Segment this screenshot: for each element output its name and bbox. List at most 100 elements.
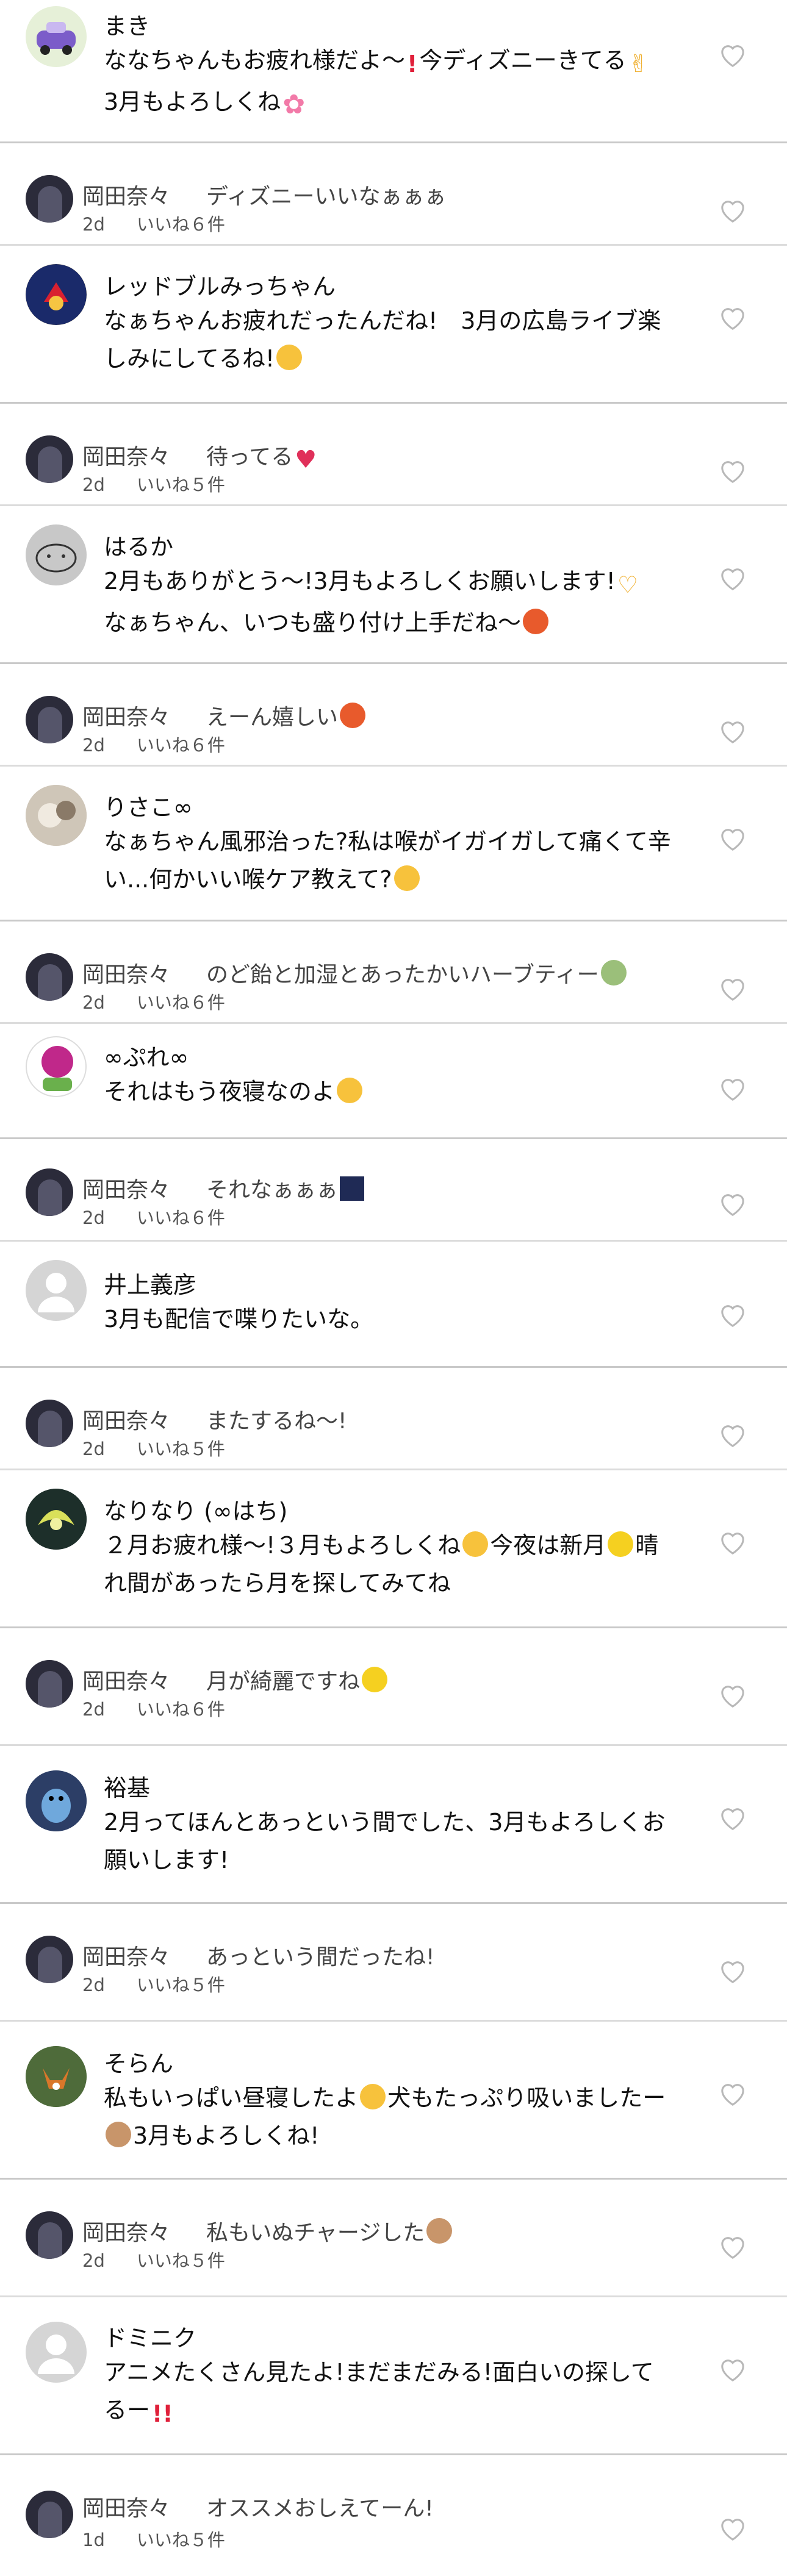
- heart-outline-icon[interactable]: [719, 976, 747, 1002]
- reply-text: あっという間だったね!: [206, 1945, 435, 1970]
- heart-outline-icon[interactable]: [719, 1530, 747, 1556]
- heart-outline-icon[interactable]: [719, 2234, 747, 2260]
- victory-hand-emoji-icon: ✌: [628, 50, 649, 78]
- drawing-avatar[interactable]: [26, 524, 87, 585]
- photo-avatar[interactable]: [26, 785, 87, 846]
- commenter-name[interactable]: ドミニク: [104, 2319, 196, 2353]
- reply-author-name[interactable]: 岡田奈々: [82, 699, 170, 731]
- reply-author-avatar[interactable]: [26, 175, 73, 223]
- red-exclamation-emoji-icon: !: [407, 51, 418, 77]
- commenter-name[interactable]: りさこ∞: [104, 789, 193, 822]
- reply-author-avatar[interactable]: [26, 2211, 73, 2259]
- reply-author-avatar[interactable]: [26, 2491, 73, 2538]
- penguin-avatar[interactable]: [26, 1770, 87, 1831]
- comment-block: 裕基 2月ってほんとあっという間でした、3月もよろしくお 願いします!: [0, 1744, 787, 1904]
- reply-block: 岡田奈々 えーん嬉しい 2d いいね６件: [0, 664, 787, 765]
- reply-age: 1d: [82, 2530, 105, 2550]
- heart-outline-icon[interactable]: [719, 1076, 747, 1102]
- reply-author-name[interactable]: 岡田奈々: [82, 1939, 170, 1971]
- person-silhouette-icon: [38, 2334, 74, 2374]
- reply-author-name[interactable]: 岡田奈々: [82, 1172, 170, 1204]
- commenter-name[interactable]: 裕基: [104, 1769, 150, 1803]
- heart-outline-icon[interactable]: [719, 2081, 747, 2107]
- reply-author-name[interactable]: 岡田奈々: [82, 179, 170, 210]
- reply-age: 2d: [82, 474, 105, 495]
- fox-avatar[interactable]: [26, 2046, 87, 2107]
- commenter-name[interactable]: なりなり (∞はち): [104, 1492, 287, 1526]
- heart-outline-icon[interactable]: [719, 1192, 747, 1217]
- heart-outline-icon[interactable]: [719, 306, 747, 331]
- reply-block: 岡田奈々 ディズニーいいなぁぁぁ 2d いいね６件: [0, 143, 787, 244]
- reply-like-count[interactable]: いいね５件: [137, 2530, 225, 2550]
- heart-outline-icon[interactable]: [719, 43, 747, 68]
- reply-author-avatar[interactable]: [26, 1400, 73, 1447]
- heart-outline-icon[interactable]: [719, 826, 747, 852]
- commenter-name[interactable]: まき: [104, 7, 150, 41]
- reply-like-count[interactable]: いいね５件: [137, 1439, 225, 1459]
- reply-block: 岡田奈々 それなぁぁぁ 2d いいね６件: [0, 1139, 787, 1240]
- reply-author-avatar[interactable]: [26, 1936, 73, 1983]
- comment-text: なぁちゃん風邪治った?私は喉がイガイガして痛くて辛 い...何かいい喉ケア教えて…: [104, 823, 702, 898]
- reply-author-avatar[interactable]: [26, 1168, 73, 1216]
- heart-outline-icon[interactable]: [719, 1683, 747, 1709]
- heart-outline-icon[interactable]: [719, 2357, 747, 2383]
- reply-like-count[interactable]: いいね５件: [137, 2250, 225, 2271]
- reply-author-name[interactable]: 岡田奈々: [82, 1403, 170, 1435]
- heart-outline-icon[interactable]: [719, 1423, 747, 1448]
- reply-block: 岡田奈々 またするね～! 2d いいね５件: [0, 1368, 787, 1469]
- commenter-name[interactable]: ∞ぷれ∞: [104, 1039, 189, 1072]
- redbull-avatar[interactable]: [26, 264, 87, 325]
- heart-outline-icon[interactable]: [719, 1303, 747, 1328]
- dragon-avatar[interactable]: [26, 1489, 87, 1550]
- car-avatar[interactable]: [26, 6, 87, 67]
- comment-text-part: ２月お疲れ様～!３月もよろしくね: [104, 1532, 461, 1559]
- reply-author-avatar[interactable]: [26, 953, 73, 1001]
- reply-text: ディズニーいいなぁぁぁ: [206, 184, 447, 209]
- reply-like-count[interactable]: いいね５件: [137, 1975, 225, 1995]
- reply-like-count[interactable]: いいね６件: [137, 1208, 225, 1228]
- reply-meta: 2d いいね６件: [82, 989, 225, 1014]
- comment-text: ２月お疲れ様～!３月もよろしくね 今夜は新月 晴 れ間があったら月を探してみてね: [104, 1526, 702, 1602]
- heart-outline-icon[interactable]: [719, 198, 747, 224]
- reply-text-part: のど飴と加湿とあったかいハーブティー: [206, 962, 599, 987]
- reply-author-avatar[interactable]: [26, 1660, 73, 1708]
- heart-outline-icon[interactable]: [719, 719, 747, 745]
- reply-author-name[interactable]: 岡田奈々: [82, 439, 170, 471]
- reply-like-count[interactable]: いいね６件: [137, 735, 225, 756]
- default-avatar[interactable]: [26, 1260, 87, 1321]
- reply-meta: 2d いいね６件: [82, 1695, 225, 1721]
- dish-emoji-icon: [523, 609, 549, 634]
- default-avatar[interactable]: [26, 2322, 87, 2383]
- comment-text-part: れ間があったら月を探してみてね: [104, 1570, 451, 1597]
- reply-author-name[interactable]: 岡田奈々: [82, 2491, 170, 2522]
- commenter-name[interactable]: はるか: [104, 528, 173, 562]
- heart-outline-icon[interactable]: [719, 1806, 747, 1831]
- heart-outline-icon[interactable]: [719, 459, 747, 484]
- reply-author-avatar[interactable]: [26, 435, 73, 483]
- reply-like-count[interactable]: いいね６件: [137, 214, 225, 235]
- reply-author-name[interactable]: 岡田奈々: [82, 957, 170, 989]
- reply-like-count[interactable]: いいね６件: [137, 992, 225, 1013]
- reply-like-count[interactable]: いいね６件: [137, 1699, 225, 1720]
- heart-outline-icon[interactable]: [719, 2516, 747, 2542]
- heart-outline-icon[interactable]: [719, 1959, 747, 1984]
- comment-block: そらん 私もいっぱい昼寝したよ 犬もたっぷり吸いましたー 3月もよろしくね!: [0, 2020, 787, 2180]
- reply-author-name[interactable]: 岡田奈々: [82, 1664, 170, 1695]
- heart-outline-icon[interactable]: [719, 566, 747, 592]
- person-silhouette-icon: [38, 1273, 74, 1312]
- reply-text: またするね～!: [206, 1409, 347, 1434]
- reply-author-avatar[interactable]: [26, 696, 73, 743]
- commenter-name[interactable]: レッドブルみっちゃん: [104, 268, 336, 301]
- comment-text-part: なぁちゃん、いつも盛り付け上手だね～: [104, 609, 522, 636]
- reply-text-part: 待ってる: [206, 445, 293, 470]
- reply-text-part: 月が綺麗ですね: [206, 1669, 361, 1694]
- reply-age: 2d: [82, 992, 105, 1013]
- commenter-name[interactable]: 井上義彦: [104, 1266, 196, 1300]
- anime-avatar[interactable]: [26, 1036, 87, 1097]
- reply-text: オススメおしえてーん!: [206, 2496, 434, 2521]
- comment-text-part: 3月もよろしくね!: [133, 2122, 320, 2149]
- commenter-name[interactable]: そらん: [104, 2045, 173, 2078]
- reply-like-count[interactable]: いいね５件: [137, 474, 225, 495]
- comment-text: 私もいっぱい昼寝したよ 犬もたっぷり吸いましたー 3月もよろしくね!: [104, 2079, 702, 2155]
- reply-author-name[interactable]: 岡田奈々: [82, 2215, 170, 2247]
